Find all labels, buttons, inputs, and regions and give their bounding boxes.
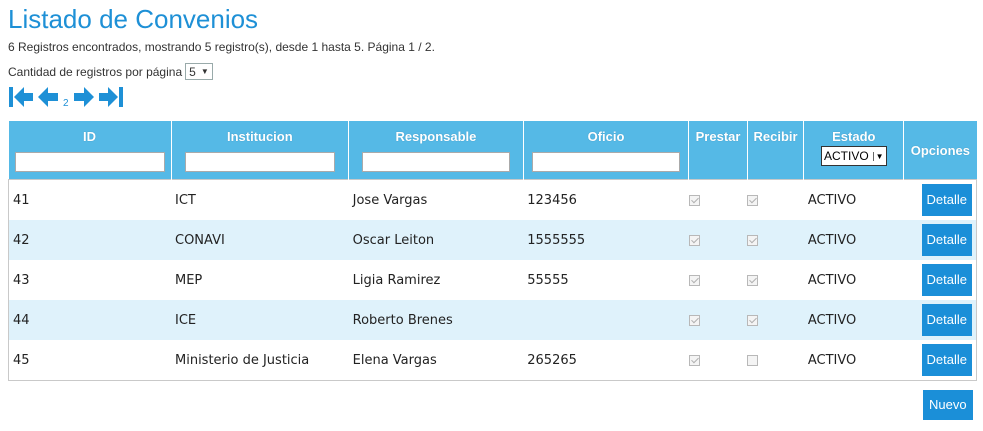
chevron-down-icon: ▼ bbox=[200, 67, 209, 76]
header-opciones-label: Opciones bbox=[910, 143, 970, 158]
cell-recibir bbox=[747, 300, 804, 340]
table-row: 41 ICT Jose Vargas 123456 ACTIVO Detalle bbox=[8, 179, 977, 220]
cell-estado: ACTIVO bbox=[803, 179, 904, 220]
recibir-checkbox[interactable] bbox=[747, 354, 759, 366]
cell-estado: ACTIVO bbox=[803, 300, 904, 340]
cell-prestar bbox=[688, 300, 748, 340]
cell-responsable: Elena Vargas bbox=[348, 340, 524, 381]
current-page-number[interactable]: 2 bbox=[63, 99, 69, 109]
header-opciones: Opciones bbox=[903, 121, 977, 180]
estado-filter-select[interactable]: ACTIVO ▼ bbox=[820, 146, 887, 166]
recibir-checkbox[interactable] bbox=[747, 234, 759, 246]
page-title: Listado de Convenios bbox=[8, 4, 259, 34]
header-oficio: Oficio bbox=[522, 121, 689, 180]
cell-oficio: 265265 bbox=[523, 340, 689, 381]
cell-recibir bbox=[747, 220, 804, 260]
first-page-icon[interactable] bbox=[8, 85, 34, 109]
recibir-checkbox[interactable] bbox=[747, 194, 759, 206]
header-recibir: Recibir bbox=[746, 121, 804, 180]
detalle-button[interactable]: Detalle bbox=[921, 304, 972, 336]
cell-opciones: Detalle bbox=[903, 260, 977, 300]
detalle-button[interactable]: Detalle bbox=[921, 224, 972, 256]
cell-id: 43 bbox=[8, 260, 171, 300]
header-id-label: ID bbox=[83, 129, 96, 144]
cell-responsable: Oscar Leiton bbox=[348, 220, 524, 260]
cell-prestar bbox=[688, 179, 748, 220]
per-page-control: Cantidad de registros por página 5 ▼ bbox=[8, 63, 213, 80]
cell-recibir bbox=[747, 179, 804, 220]
cell-estado: ACTIVO bbox=[803, 340, 904, 381]
oficio-filter-input[interactable] bbox=[532, 152, 681, 172]
cell-prestar bbox=[688, 220, 748, 260]
cell-oficio: 1555555 bbox=[523, 220, 689, 260]
cell-institucion: Ministerio de Justicia bbox=[171, 340, 349, 381]
recibir-checkbox[interactable] bbox=[747, 274, 759, 286]
cell-id: 41 bbox=[8, 179, 171, 220]
header-recibir-label: Recibir bbox=[753, 129, 798, 144]
new-button[interactable]: Nuevo bbox=[923, 390, 973, 420]
per-page-value: 5 bbox=[189, 64, 196, 79]
cell-oficio: 55555 bbox=[523, 260, 689, 300]
header-prestar: Prestar bbox=[688, 121, 748, 180]
cell-responsable: Roberto Brenes bbox=[348, 300, 524, 340]
per-page-select[interactable]: 5 ▼ bbox=[185, 63, 213, 80]
cell-opciones: Detalle bbox=[903, 300, 977, 340]
header-estado: Estado ACTIVO ▼ bbox=[803, 121, 904, 180]
prestar-checkbox[interactable] bbox=[688, 274, 700, 286]
cell-estado: ACTIVO bbox=[803, 220, 904, 260]
header-institucion: Institucion bbox=[170, 121, 349, 180]
table-row: 44 ICE Roberto Brenes ACTIVO Detalle bbox=[8, 300, 977, 340]
header-oficio-label: Oficio bbox=[587, 129, 625, 144]
cell-opciones: Detalle bbox=[903, 340, 977, 381]
chevron-down-icon: ▼ bbox=[872, 151, 884, 161]
next-page-icon[interactable] bbox=[73, 85, 95, 109]
responsable-filter-input[interactable] bbox=[361, 152, 510, 172]
detalle-button[interactable]: Detalle bbox=[921, 264, 972, 296]
institucion-filter-input[interactable] bbox=[184, 152, 335, 172]
cell-responsable: Ligia Ramirez bbox=[348, 260, 524, 300]
cell-institucion: ICT bbox=[171, 179, 349, 220]
detalle-button[interactable]: Detalle bbox=[921, 344, 972, 376]
header-estado-label: Estado bbox=[832, 129, 876, 144]
detalle-button[interactable]: Detalle bbox=[921, 184, 972, 216]
cell-opciones: Detalle bbox=[903, 220, 977, 260]
cell-responsable: Jose Vargas bbox=[348, 179, 524, 220]
cell-prestar bbox=[688, 260, 748, 300]
prestar-checkbox[interactable] bbox=[688, 234, 700, 246]
prestar-checkbox[interactable] bbox=[688, 314, 700, 326]
header-id: ID bbox=[8, 121, 171, 180]
cell-institucion: CONAVI bbox=[171, 220, 349, 260]
cell-institucion: MEP bbox=[171, 260, 349, 300]
cell-id: 45 bbox=[8, 340, 171, 381]
header-responsable-label: Responsable bbox=[395, 129, 477, 144]
cell-recibir bbox=[747, 260, 804, 300]
cell-oficio: 123456 bbox=[523, 179, 689, 220]
header-institucion-label: Institucion bbox=[226, 129, 293, 144]
cell-id: 44 bbox=[8, 300, 171, 340]
results-info: 6 Registros encontrados, mostrando 5 reg… bbox=[8, 40, 435, 54]
estado-filter-value: ACTIVO bbox=[823, 149, 869, 163]
cell-institucion: ICE bbox=[171, 300, 349, 340]
table-header-row: ID Institucion Responsable Oficio Presta… bbox=[8, 121, 977, 180]
recibir-checkbox[interactable] bbox=[747, 314, 759, 326]
cell-oficio bbox=[523, 300, 689, 340]
prestar-checkbox[interactable] bbox=[688, 194, 700, 206]
cell-id: 42 bbox=[8, 220, 171, 260]
cell-prestar bbox=[688, 340, 748, 381]
header-responsable: Responsable bbox=[348, 121, 524, 180]
id-filter-input[interactable] bbox=[14, 152, 165, 172]
per-page-label: Cantidad de registros por página bbox=[8, 64, 183, 79]
table-row: 45 Ministerio de Justicia Elena Vargas 2… bbox=[8, 340, 977, 381]
last-page-icon[interactable] bbox=[98, 85, 124, 109]
cell-opciones: Detalle bbox=[903, 179, 977, 220]
prestar-checkbox[interactable] bbox=[688, 354, 700, 366]
table-row: 42 CONAVI Oscar Leiton 1555555 ACTIVO De… bbox=[8, 220, 977, 260]
cell-estado: ACTIVO bbox=[803, 260, 904, 300]
pagination: 2 bbox=[8, 85, 124, 109]
prev-page-icon[interactable] bbox=[37, 85, 59, 109]
cell-recibir bbox=[747, 340, 804, 381]
header-prestar-label: Prestar bbox=[695, 129, 741, 144]
convenios-table: ID Institucion Responsable Oficio Presta… bbox=[8, 121, 977, 381]
table-row: 43 MEP Ligia Ramirez 55555 ACTIVO Detall… bbox=[8, 260, 977, 300]
